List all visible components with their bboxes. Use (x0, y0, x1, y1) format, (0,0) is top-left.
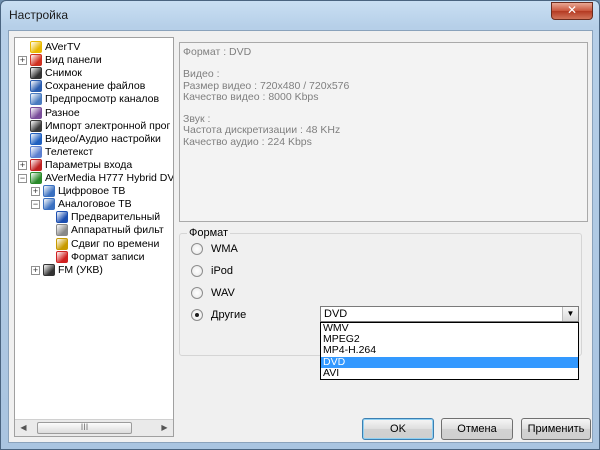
settings-window: Настройка ✕ ◀ III ▶ AVerTV + Вид панели Сни… (0, 0, 600, 450)
expand-icon[interactable]: + (18, 56, 27, 66)
tree-item[interactable]: Сдвиг по времени (15, 237, 173, 251)
info-line: Качество аудио : 224 Kbps (183, 135, 312, 148)
tree-item[interactable]: Телетекст (15, 145, 173, 159)
tree-item-label: Параметры входа (45, 158, 133, 171)
tree-item-label: Видео/Аудио настройки (45, 132, 161, 145)
radio-wav-label: WAV (211, 287, 235, 299)
tree-item[interactable]: Видео/Аудио настройки (15, 132, 173, 146)
tree-item[interactable]: + Параметры входа (15, 158, 173, 172)
scroll-left-arrow-icon[interactable]: ◀ (15, 420, 32, 436)
tree-item[interactable]: + FM (УКВ) (15, 263, 173, 277)
panel-view-icon (30, 54, 42, 67)
format-select-value: DVD (324, 308, 348, 320)
record-format-icon (56, 250, 68, 263)
chevron-down-icon[interactable]: ▼ (562, 307, 578, 321)
tree-item[interactable]: Предпросмотр каналов (15, 93, 173, 106)
tree-item-label: AVerTV (45, 41, 81, 53)
digital-tv-icon (43, 185, 55, 198)
dropdown-option[interactable]: DVD (321, 356, 578, 368)
tree-item-label: Цифровое ТВ (58, 185, 126, 198)
tree-horizontal-scrollbar[interactable]: ◀ III ▶ (15, 419, 173, 436)
misc-icon (30, 106, 42, 119)
tree-item-label: AVerMedia H777 Hybrid DVI (45, 172, 174, 184)
radio-other-circle[interactable] (191, 309, 203, 321)
info-line: Формат : DVD (183, 46, 252, 58)
window-title: Настройка (9, 8, 69, 22)
radio-ipod-circle[interactable] (191, 265, 203, 277)
tree-item[interactable]: Сохранение файлов (15, 80, 173, 93)
tree-item-label: Формат записи (71, 250, 145, 263)
tree-item[interactable]: Предварительный (15, 211, 173, 224)
tree-item[interactable]: − AVerMedia H777 Hybrid DVI (15, 172, 173, 185)
fm-radio-icon (43, 263, 55, 276)
video-audio-settings-icon (30, 132, 42, 145)
collapse-icon[interactable]: − (31, 200, 40, 210)
tree-item-label: Сдвиг по времени (71, 237, 160, 250)
tree-item-label: Сохранение файлов (45, 80, 146, 93)
radio-ipod-label: iPod (211, 265, 234, 277)
close-button[interactable]: ✕ (551, 2, 593, 20)
tree-item-label: Аналоговое ТВ (58, 198, 132, 211)
apply-button[interactable]: Применить (521, 418, 591, 440)
tree-item[interactable]: Аппаратный фильт (15, 224, 173, 237)
radio-wma-label: WMA (211, 243, 238, 255)
radio-wav-circle[interactable] (191, 287, 203, 299)
tree-item-label: Телетекст (45, 145, 94, 158)
tree-item[interactable]: Разное (15, 106, 173, 120)
info-line: Частота дискретизации : 48 KHz (183, 124, 341, 137)
info-line: Видео : (183, 68, 220, 81)
close-icon: ✕ (566, 3, 578, 17)
cancel-button[interactable]: Отмена (441, 418, 513, 440)
dropdown-option[interactable]: AVI (321, 367, 578, 379)
radio-wma-circle[interactable] (191, 243, 203, 255)
scroll-thumb[interactable]: III (37, 422, 132, 434)
tree-item-label: Предварительный (71, 211, 161, 224)
info-line (183, 103, 584, 114)
collapse-icon[interactable]: − (18, 174, 27, 183)
tree-item-label: Аппаратный фильт (71, 224, 164, 237)
format-info-box: Формат : DVD Видео : Размер видео : 720x48… (179, 42, 588, 222)
tree-item[interactable]: + Вид панели (15, 54, 173, 67)
tree-item[interactable]: AVerTV (15, 41, 173, 54)
format-group-title: Формат (187, 227, 231, 239)
tree-item-label: Импорт электронной прог (45, 119, 171, 132)
tree-item-label: Снимок (45, 67, 82, 80)
radio-other-label: Другие (211, 309, 247, 321)
format-select[interactable]: DVD ▼ (320, 306, 579, 322)
channel-preview-icon (30, 93, 42, 106)
settings-tree[interactable]: ◀ III ▶ AVerTV + Вид панели Снимок Сохранени… (14, 37, 174, 437)
input-settings-icon (30, 158, 42, 171)
hardware-filter-icon (56, 224, 68, 237)
info-line: Качество видео : 8000 Kbps (183, 90, 319, 103)
tree-item[interactable]: Импорт электронной прог (15, 119, 173, 133)
dialog-client-area: ◀ III ▶ AVerTV + Вид панели Снимок Сохранени… (8, 30, 593, 443)
tree-item[interactable]: − Аналоговое ТВ (15, 198, 173, 211)
dropdown-option[interactable]: MP4-H.264 (321, 345, 578, 356)
camera-icon (30, 67, 42, 80)
tree-item-label: Вид панели (45, 54, 102, 67)
teletext-icon (30, 145, 42, 158)
tree-item-label: Предпросмотр каналов (45, 93, 160, 106)
avertv-logo-icon (30, 41, 42, 53)
timeshift-icon (56, 237, 68, 250)
epg-import-icon (30, 119, 42, 132)
tree-item-label: FM (УКВ) (58, 263, 103, 276)
ok-button[interactable]: OK (362, 418, 434, 440)
format-dropdown-list[interactable]: WMV MPEG2 MP4-H.264 DVD AVI (320, 322, 579, 380)
tree-item[interactable]: Снимок (15, 67, 173, 80)
save-files-icon (30, 80, 42, 93)
expand-icon[interactable]: + (31, 187, 40, 197)
info-line (183, 58, 584, 69)
expand-icon[interactable]: + (31, 265, 40, 275)
tuner-card-icon (30, 172, 42, 184)
title-bar[interactable]: Настройка ✕ (1, 1, 599, 29)
expand-icon[interactable]: + (18, 160, 27, 170)
scroll-right-arrow-icon[interactable]: ▶ (156, 420, 173, 436)
preview-checkbox-icon (56, 211, 68, 224)
tree-item[interactable]: Формат записи (15, 250, 173, 264)
analog-tv-icon (43, 198, 55, 211)
tree-item-label: Разное (45, 106, 80, 119)
tree-item[interactable]: + Цифровое ТВ (15, 185, 173, 198)
